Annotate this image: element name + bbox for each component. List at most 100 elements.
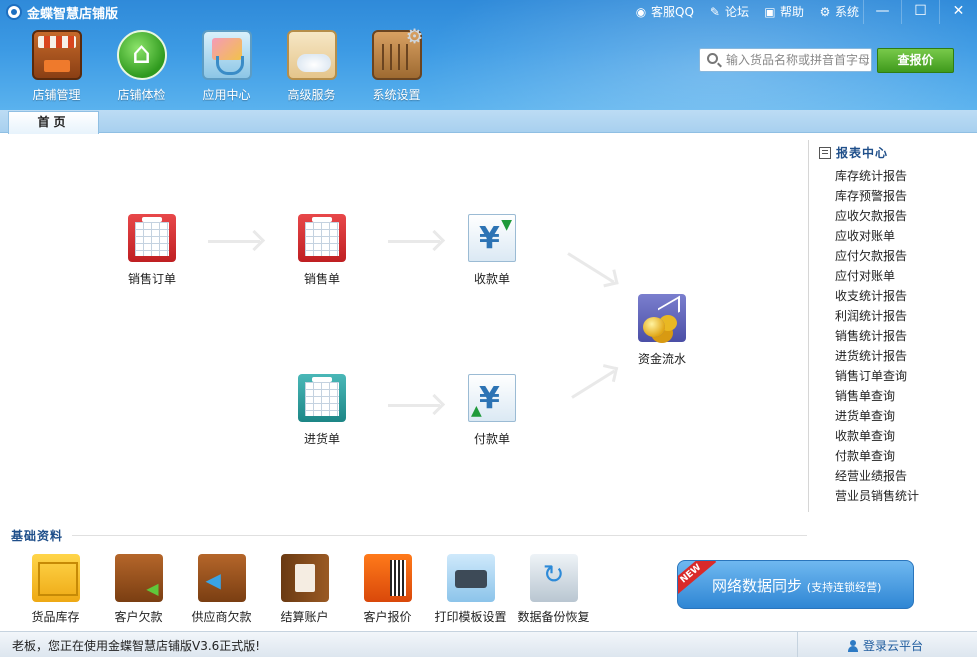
report-link-profit[interactable]: 利润统计报告 (835, 306, 919, 326)
help-link[interactable]: ▣ 帮助 (763, 3, 804, 20)
goods-stock-icon (31, 554, 80, 602)
receipt-yen-icon (468, 214, 516, 262)
basic-data-items: 货品库存 客户欠款 供应商欠款 结算账户 客户报价 打印模板设置 数据备份恢复 (14, 554, 595, 625)
sync-subtitle: (支持连锁经营) (806, 581, 882, 594)
report-link-purchase-stats[interactable]: 进货统计报告 (835, 346, 919, 366)
sales-slip-node[interactable]: 销售单 (282, 214, 362, 287)
report-link-payable-debt[interactable]: 应付欠款报告 (835, 246, 919, 266)
cash-flow-icon (638, 294, 686, 342)
report-link-income-expense[interactable]: 收支统计报告 (835, 286, 919, 306)
minimize-button[interactable]: — (863, 0, 901, 24)
backup-restore-icon (529, 554, 578, 602)
close-button[interactable]: ✕ (939, 0, 977, 24)
report-link-business-performance[interactable]: 经营业绩报告 (835, 466, 919, 486)
basic-supplier-debt-label: 供应商欠款 (191, 610, 252, 624)
basic-data-title: 基础资料 (11, 529, 64, 543)
basic-print-template[interactable]: 打印模板设置 (429, 554, 512, 625)
basic-settlement-account-label: 结算账户 (280, 610, 329, 624)
nav-store-check[interactable]: 店铺体检 (99, 30, 184, 103)
receipt-node[interactable]: 收款单 (452, 214, 532, 287)
divider (72, 535, 807, 536)
payment-label: 付款单 (473, 432, 510, 446)
basic-settlement-account[interactable]: 结算账户 (263, 554, 346, 625)
maximize-button[interactable]: ☐ (901, 0, 939, 24)
nav-advanced-service[interactable]: 高级服务 (269, 30, 354, 103)
basic-backup-restore[interactable]: 数据备份恢复 (512, 554, 595, 625)
basic-customer-debt[interactable]: 客户欠款 (97, 554, 180, 625)
search-input[interactable] (726, 51, 869, 69)
store-icon (31, 30, 82, 80)
report-link-receivable-statement[interactable]: 应收对账单 (835, 226, 919, 246)
cash-flow-label: 资金流水 (637, 352, 686, 366)
nav-app-center-label: 应用中心 (202, 88, 251, 102)
report-link-sales-stats[interactable]: 销售统计报告 (835, 326, 919, 346)
sync-main-label: 网络数据同步 (支持连锁经营) (712, 575, 881, 596)
nav-store-management[interactable]: 店铺管理 (14, 30, 99, 103)
status-message: 老板，您正在使用金蝶智慧店铺版V3.6正式版! (12, 639, 261, 653)
system-settings-icon (371, 24, 424, 80)
forum-icon: ✎ (709, 4, 720, 19)
gear-icon: ⚙ (819, 4, 831, 19)
report-center-header: 报表中心 (819, 144, 888, 161)
sales-order-node[interactable]: 销售订单 (112, 214, 192, 287)
report-link-payable-statement[interactable]: 应付对账单 (835, 266, 919, 286)
app-title: 金蝶智慧店铺版 (27, 7, 119, 22)
qq-service-label: 客服QQ (651, 5, 694, 19)
flow-arrow (388, 404, 440, 407)
qq-service-link[interactable]: ◉ 客服QQ (634, 3, 694, 20)
network-sync-button[interactable]: NEW 网络数据同步 (支持连锁经营) (677, 560, 914, 609)
basic-backup-restore-label: 数据备份恢复 (517, 610, 590, 624)
login-cloud-label: 登录云平台 (863, 639, 924, 653)
purchase-slip-icon (298, 374, 346, 422)
basic-supplier-debt[interactable]: 供应商欠款 (180, 554, 263, 625)
search-icon (707, 53, 718, 64)
nav-store-check-label: 店铺体检 (117, 88, 166, 102)
check-price-button[interactable]: 查报价 (877, 48, 954, 73)
status-bar: 老板，您正在使用金蝶智慧店铺版V3.6正式版! 登录云平台 (0, 631, 977, 657)
basic-customer-quote-label: 客户报价 (363, 610, 412, 624)
sales-order-label: 销售订单 (127, 272, 176, 286)
report-link-inventory-warning[interactable]: 库存预警报告 (835, 186, 919, 206)
report-link-clerk-sales[interactable]: 营业员销售统计 (835, 486, 919, 506)
forum-label: 论坛 (724, 5, 749, 19)
receipt-label: 收款单 (473, 272, 510, 286)
flow-arrow (567, 252, 615, 284)
purchase-slip-node[interactable]: 进货单 (282, 374, 362, 447)
basic-goods-stock[interactable]: 货品库存 (14, 554, 97, 625)
flow-arrow (208, 240, 260, 243)
nav-system-settings[interactable]: 系统设置 (354, 24, 439, 103)
tab-home[interactable]: 首页 (8, 111, 99, 134)
sync-title: 网络数据同步 (712, 577, 803, 595)
settlement-account-icon (280, 554, 329, 602)
report-link-receipt-query[interactable]: 收款单查询 (835, 426, 919, 446)
report-center-title: 报表中心 (836, 146, 889, 160)
report-link-sales-slip-query[interactable]: 销售单查询 (835, 386, 919, 406)
system-menu-label: 系统 (834, 5, 859, 19)
report-link-sales-order-query[interactable]: 销售订单查询 (835, 366, 919, 386)
flow-arrow (388, 240, 440, 243)
report-link-inventory-stats[interactable]: 库存统计报告 (835, 166, 919, 186)
system-menu-link[interactable]: ⚙ 系统 (818, 3, 859, 20)
qq-icon: ◉ (635, 4, 647, 19)
forum-link[interactable]: ✎ 论坛 (708, 3, 749, 20)
advanced-service-icon (286, 30, 337, 80)
new-badge: NEW (678, 561, 717, 597)
cash-flow-node[interactable]: 资金流水 (622, 294, 702, 367)
report-link-purchase-slip-query[interactable]: 进货单查询 (835, 406, 919, 426)
report-link-payment-query[interactable]: 付款单查询 (835, 446, 919, 466)
report-link-receivable-debt[interactable]: 应收欠款报告 (835, 206, 919, 226)
report-list: 库存统计报告 库存预警报告 应收欠款报告 应收对账单 应付欠款报告 应付对账单 … (835, 166, 919, 506)
supplier-debt-icon (197, 554, 246, 602)
report-list-icon (819, 146, 831, 159)
sales-slip-label: 销售单 (303, 272, 340, 286)
customer-debt-icon (114, 554, 163, 602)
purchase-slip-label: 进货单 (303, 432, 340, 446)
nav-app-center[interactable]: 应用中心 (184, 30, 269, 103)
divider (797, 632, 798, 657)
login-cloud-link[interactable]: 登录云平台 (847, 637, 923, 654)
app-center-icon (201, 30, 252, 80)
payment-node[interactable]: 付款单 (452, 374, 532, 447)
workflow-canvas: 销售订单 销售单 收款单 资金流水 进货单 付款单 (0, 134, 808, 524)
basic-customer-quote[interactable]: 客户报价 (346, 554, 429, 625)
header-bar: 金蝶智慧店铺版 ◉ 客服QQ ✎ 论坛 ▣ 帮助 ⚙ 系统 — ☐ ✕ 店铺管理 (0, 0, 977, 110)
